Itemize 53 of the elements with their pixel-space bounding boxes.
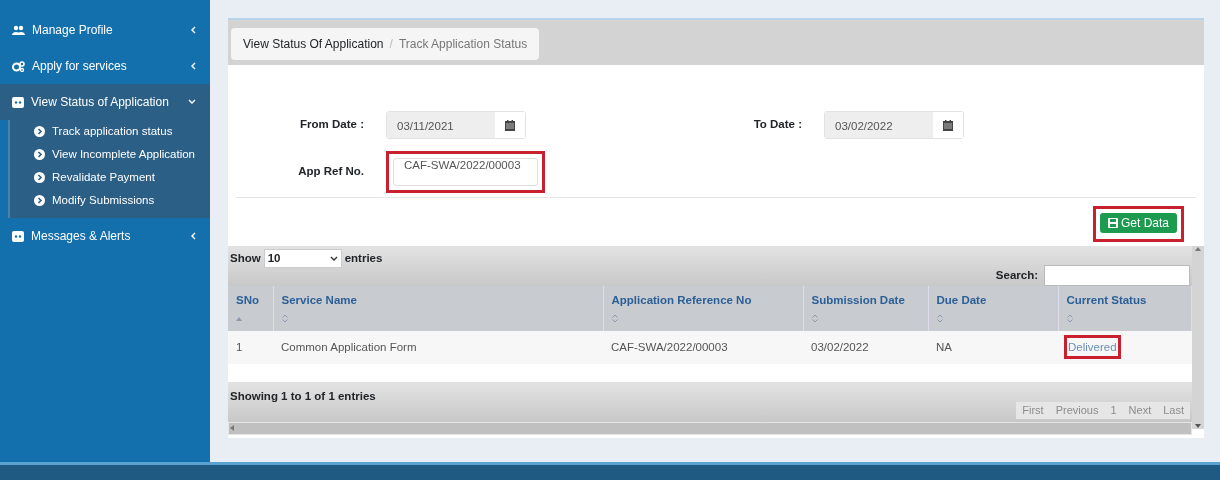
field-label: From Date : [299, 117, 365, 133]
calendar-icon [505, 119, 515, 131]
sidebar-subitem[interactable]: Modify Submissions [34, 189, 210, 212]
page-size-select[interactable]: 10 [263, 249, 342, 269]
table-cell: 1 [228, 330, 273, 364]
column-header[interactable]: Application Reference No [603, 286, 803, 331]
search-label: Search: [995, 267, 1038, 283]
table-cell: CAF-SWA/2022/00003 [603, 330, 803, 364]
scroll-down-icon [1195, 424, 1201, 429]
sidebar-subitem[interactable]: View Incomplete Application [34, 143, 210, 166]
sidebar-item[interactable]: Messages & Alerts [0, 218, 210, 254]
panel-icon [12, 230, 24, 242]
field-label: To Date : [752, 117, 803, 133]
scroll-up-icon [1195, 246, 1201, 251]
table-cell: NA [928, 330, 1058, 364]
chevron-left-icon [190, 26, 196, 34]
table-cell: Common Application Form [273, 330, 603, 364]
sidebar-subitem[interactable]: Revalidate Payment [34, 166, 210, 189]
table-info: Showing 1 to 1 of 1 entries [230, 389, 376, 402]
gears-icon [12, 60, 25, 72]
date-field[interactable]: 03/11/2021 [386, 111, 526, 139]
column-header[interactable]: Submission Date [803, 286, 928, 331]
chevron-left-icon [190, 232, 196, 240]
sidebar-subitem[interactable]: Track application status [34, 120, 210, 143]
chevron-down-icon [329, 255, 338, 262]
entries-label: entries [344, 251, 383, 266]
column-header[interactable]: Due Date [928, 286, 1058, 331]
vertical-scrollbar[interactable] [1192, 246, 1204, 429]
sidebar-item[interactable]: Apply for services [0, 48, 210, 84]
sidebar-item[interactable]: Manage Profile [0, 12, 210, 48]
show-label: Show [230, 251, 261, 266]
panel-icon [12, 96, 24, 108]
scroll-left-icon [229, 425, 234, 432]
chevron-down-icon [188, 99, 196, 105]
arrow-circle-icon [34, 172, 45, 183]
column-header[interactable]: SNo [228, 286, 273, 331]
arrow-circle-icon [34, 126, 45, 137]
input-field[interactable]: CAF-SWA/2022/00003 [393, 158, 538, 186]
search-field[interactable] [1044, 265, 1190, 286]
column-header[interactable]: Service Name [273, 286, 603, 331]
column-header[interactable]: Current Status [1058, 286, 1192, 331]
field-label: App Ref No. [297, 164, 365, 180]
users-icon [12, 24, 25, 36]
arrow-circle-icon [34, 149, 45, 160]
chevron-left-icon [190, 62, 196, 70]
calendar-icon [943, 119, 953, 131]
breadcrumb: View Status Of Application / Track Application Status [231, 28, 540, 60]
arrow-circle-icon [34, 195, 45, 206]
get-data-button[interactable]: Get Data [1099, 213, 1177, 233]
date-field[interactable]: 03/02/2022 [824, 111, 964, 139]
status-link[interactable]: Delivered [1068, 339, 1117, 356]
table-cell: 03/02/2022 [803, 330, 928, 364]
sidebar-item[interactable]: View Status of Application [0, 84, 210, 120]
